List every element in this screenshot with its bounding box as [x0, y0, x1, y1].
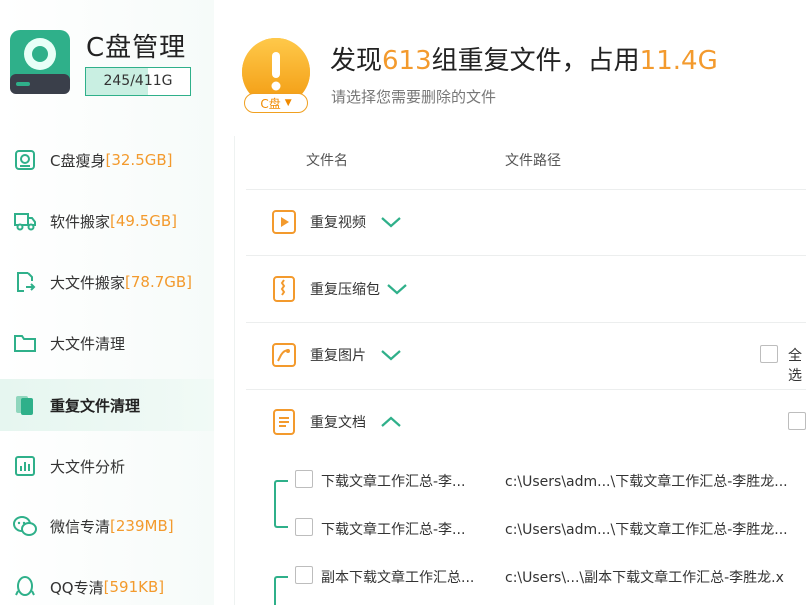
file-move-icon: [12, 269, 38, 295]
file-checkbox[interactable]: [295, 518, 313, 536]
group-checkbox[interactable]: [788, 412, 806, 430]
sidebar-item-label: 软件搬家: [50, 212, 111, 231]
zip-file-icon: [273, 276, 295, 302]
select-all-label: 全选: [788, 348, 802, 384]
chevron-down-icon[interactable]: [380, 215, 402, 229]
group-label: 重复压缩包: [310, 282, 380, 298]
sidebar-item-label: 大文件分析: [50, 457, 126, 476]
chevron-up-icon[interactable]: [380, 415, 402, 429]
group-label: 重复文档: [310, 415, 366, 431]
sidebar-item-label: 微信专清: [50, 517, 111, 536]
sidebar-item-label: 重复文件清理: [50, 396, 141, 415]
file-checkbox[interactable]: [295, 566, 313, 584]
headline-prefix: 发现: [330, 46, 383, 76]
group-label: 重复图片: [310, 348, 366, 364]
sidebar-item-duplicate-clean[interactable]: 重复文件清理: [0, 379, 214, 431]
sidebar-item-large-file-clean[interactable]: 大文件清理: [0, 317, 214, 369]
sidebar-item-label: 大文件清理: [50, 334, 126, 353]
truck-icon: [12, 208, 38, 234]
divider: [246, 189, 806, 190]
sidebar: C盘管理 245/411G C盘瘦身 [32.5GB] 软件搬家 [49.5GB] …: [0, 0, 214, 605]
folder-icon: [12, 330, 38, 356]
sidebar-item-software-move[interactable]: 软件搬家 [49.5GB]: [0, 195, 214, 247]
disk-logo-icon: [10, 30, 70, 94]
sidebar-item-size: [78.7GB]: [125, 273, 193, 291]
duplicate-group-bracket: [274, 576, 288, 605]
column-header-path: 文件路径: [505, 153, 561, 169]
sidebar-item-size: [591KB]: [103, 578, 165, 596]
file-checkbox[interactable]: [295, 470, 313, 488]
document-file-icon: [273, 409, 295, 435]
file-path: c:\Users\...\副本下载文章工作汇总-李胜龙.x: [505, 570, 784, 586]
group-duplicate-archive[interactable]: 重复压缩包: [270, 274, 408, 304]
file-name: 副本下载文章工作汇总...: [321, 570, 475, 586]
file-path: c:\Users\adm...\下载文章工作汇总-李胜龙...: [505, 522, 788, 538]
sidebar-item-label: QQ专清: [50, 578, 104, 597]
storage-usage-text: 245/411G: [103, 73, 173, 89]
disk-slim-icon: [12, 147, 38, 173]
sidebar-item-size: [32.5GB]: [105, 151, 173, 169]
drive-selector[interactable]: C盘 ▼: [244, 93, 308, 113]
duplicate-files-icon: [12, 392, 38, 418]
sidebar-item-wechat-clean[interactable]: 微信专清 [239MB]: [0, 500, 214, 552]
qq-icon: [12, 574, 38, 600]
sidebar-item-label: C盘瘦身: [50, 151, 106, 170]
select-all-checkbox[interactable]: [760, 345, 778, 363]
duplicate-group-bracket: [274, 480, 288, 528]
image-file-icon: [272, 343, 296, 367]
group-label: 重复视频: [310, 215, 366, 231]
column-header-name: 文件名: [306, 153, 348, 169]
divider: [246, 255, 806, 256]
video-file-icon: [272, 210, 296, 234]
bar-chart-icon: [12, 453, 38, 479]
sidebar-item-label: 大文件搬家: [50, 273, 126, 292]
storage-usage-bar: 245/411G: [85, 67, 191, 96]
group-duplicate-video[interactable]: 重复视频: [270, 207, 402, 237]
headline-middle: 组重复文件，占用: [431, 46, 640, 76]
divider: [246, 322, 806, 323]
chevron-down-icon: ▼: [284, 98, 292, 108]
chevron-down-icon[interactable]: [380, 348, 402, 362]
sidebar-item-large-file-move[interactable]: 大文件搬家 [78.7GB]: [0, 256, 214, 308]
group-duplicate-image[interactable]: 重复图片: [270, 340, 402, 370]
wechat-icon: [12, 513, 38, 539]
drive-selector-label: C盘: [260, 96, 281, 111]
file-path: c:\Users\adm...\下载文章工作汇总-李胜龙...: [505, 474, 788, 490]
sidebar-item-c-slim[interactable]: C盘瘦身 [32.5GB]: [0, 134, 214, 186]
sidebar-item-large-file-analysis[interactable]: 大文件分析: [0, 440, 214, 492]
file-name: 下载文章工作汇总-李...: [321, 474, 466, 490]
duplicate-total-size: 11.4G: [639, 46, 718, 76]
chevron-down-icon[interactable]: [386, 282, 408, 296]
duplicate-group-count: 613: [382, 46, 432, 76]
sidebar-item-size: [49.5GB]: [110, 212, 178, 230]
result-subtitle: 请选择您需要删除的文件: [331, 88, 497, 106]
file-name: 下载文章工作汇总-李...: [321, 522, 466, 538]
sidebar-item-qq-clean[interactable]: QQ专清 [591KB]: [0, 561, 214, 605]
group-duplicate-document[interactable]: 重复文档: [270, 407, 402, 437]
divider: [246, 389, 806, 390]
app-title: C盘管理: [86, 33, 187, 63]
sidebar-item-size: [239MB]: [110, 517, 174, 535]
result-headline: 发现613组重复文件，占用11.4G: [330, 40, 718, 77]
